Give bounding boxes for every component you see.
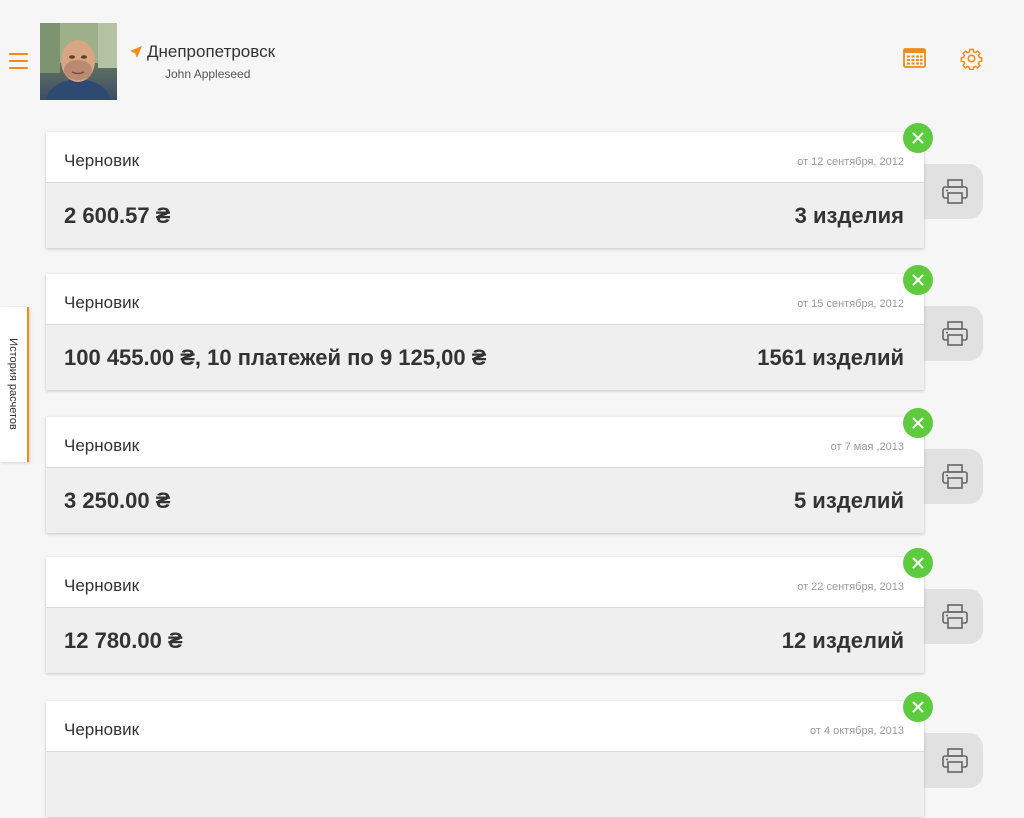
printer-icon (942, 748, 968, 773)
printer-icon (942, 604, 968, 629)
calculation-row: Черновик от 12 сентября, 2012 2 600.57 ₴… (0, 123, 1024, 249)
card-date: от 4 октября, 2013 (809, 725, 904, 737)
card-status: Черновик (64, 151, 140, 170)
close-icon (912, 701, 924, 713)
calculation-row: Черновик от 7 мая ,2013 3 250.00 ₴ 5 изд… (0, 408, 1024, 534)
calculation-card[interactable]: Черновик от 15 сентября, 2012 100 455.00… (46, 274, 924, 390)
card-amount: 2 600.57 ₴ (64, 203, 171, 228)
card-status: Черновик (64, 576, 140, 595)
card-date: от 12 сентября, 2012 (797, 156, 904, 168)
calendar-button[interactable] (903, 47, 926, 69)
close-icon (912, 132, 924, 144)
user-name: John Appleseed (165, 67, 251, 81)
delete-button[interactable] (903, 265, 933, 295)
gear-icon (960, 48, 983, 71)
close-icon (912, 417, 924, 429)
calculation-row: Черновик от 15 сентября, 2012 100 455.00… (0, 265, 1024, 391)
delete-button[interactable] (903, 408, 933, 438)
card-amount: 3 250.00 ₴ (64, 488, 171, 513)
city-name: Днепропетровск (147, 42, 276, 61)
card-items-count: 3 изделия (794, 203, 904, 228)
location-arrow-icon (130, 46, 142, 58)
card-amount: 12 780.00 ₴ (64, 628, 183, 653)
card-status: Черновик (64, 720, 140, 739)
card-date: от 22 сентября, 2013 (797, 581, 904, 593)
printer-icon (942, 321, 968, 346)
delete-button[interactable] (903, 548, 933, 578)
calendar-icon (903, 48, 926, 68)
delete-button[interactable] (903, 692, 933, 722)
calculation-card[interactable]: Черновик от 7 мая ,2013 3 250.00 ₴ 5 изд… (46, 417, 924, 533)
calculation-row: Черновик от 22 сентября, 2013 12 780.00 … (0, 548, 1024, 674)
delete-button[interactable] (903, 123, 933, 153)
card-amount: 100 455.00 ₴, 10 платежей по 9 125,00 ₴ (64, 345, 487, 370)
calculation-card[interactable]: Черновик от 12 сентября, 2012 2 600.57 ₴… (46, 132, 924, 248)
close-icon (912, 557, 924, 569)
card-status: Черновик (64, 293, 140, 312)
card-items-count: 1561 изделий (757, 345, 904, 370)
calculation-row: Черновик от 4 октября, 2013 (0, 692, 1024, 818)
card-status: Черновик (64, 436, 140, 455)
menu-icon (9, 53, 28, 55)
settings-button[interactable] (960, 47, 983, 71)
printer-icon (942, 464, 968, 489)
calculation-card[interactable]: Черновик от 22 сентября, 2013 12 780.00 … (46, 557, 924, 673)
card-date: от 7 мая ,2013 (830, 441, 904, 453)
card-date: от 15 сентября, 2012 (797, 298, 904, 310)
card-items-count: 5 изделий (793, 488, 904, 513)
close-icon (912, 274, 924, 286)
printer-icon (942, 179, 968, 204)
location[interactable]: Днепропетровск (129, 42, 275, 62)
card-items-count: 12 изделий (781, 628, 904, 653)
calculation-card[interactable]: Черновик от 4 октября, 2013 (46, 701, 924, 817)
menu-button[interactable] (9, 53, 28, 69)
avatar (40, 23, 117, 100)
